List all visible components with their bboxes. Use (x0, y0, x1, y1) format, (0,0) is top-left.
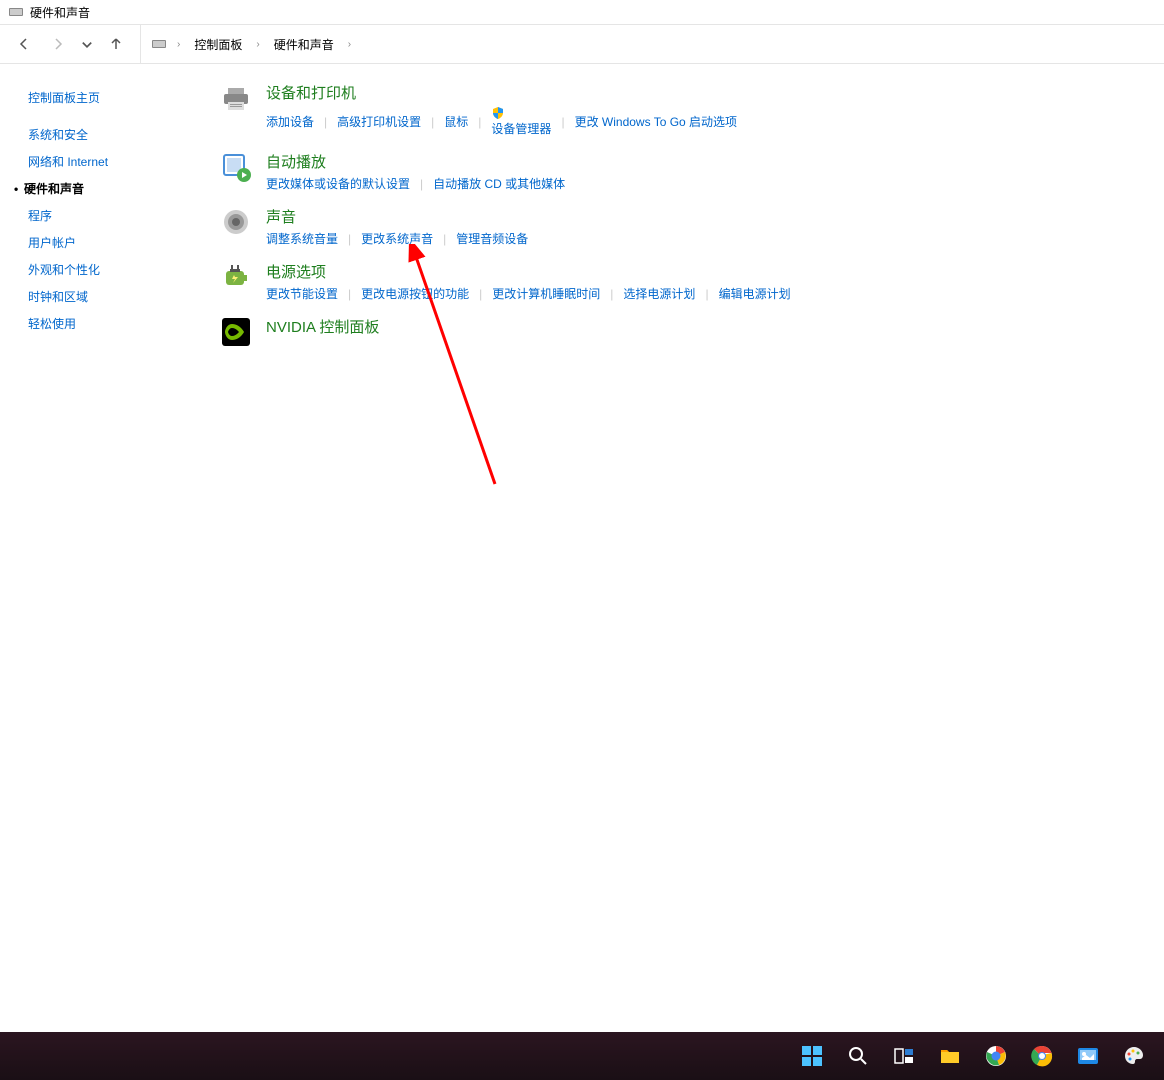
window-titlebar: 硬件和声音 (0, 0, 1164, 24)
link-change-system-sounds[interactable]: 更改系统声音 (361, 230, 433, 247)
window-title: 硬件和声音 (30, 4, 90, 21)
sidebar: 控制面板主页 系统和安全 网络和 Internet •硬件和声音 程序 用户帐户… (0, 64, 200, 1032)
sidebar-item-label: 硬件和声音 (24, 182, 84, 196)
link-change-media-defaults[interactable]: 更改媒体或设备的默认设置 (266, 175, 410, 192)
taskbar-start-button[interactable] (792, 1036, 832, 1076)
link-choose-power-plan[interactable]: 选择电源计划 (623, 285, 695, 302)
category-sound: 声音 调整系统音量| 更改系统声音| 管理音频设备 (220, 206, 1144, 247)
category-title[interactable]: NVIDIA 控制面板 (266, 316, 1144, 337)
link-change-power-button[interactable]: 更改电源按钮的功能 (361, 285, 469, 302)
chevron-right-icon[interactable]: › (254, 39, 261, 50)
recent-dropdown[interactable] (80, 32, 94, 56)
category-title[interactable]: 设备和打印机 (266, 82, 1144, 103)
link-advanced-printer-settings[interactable]: 高级打印机设置 (337, 113, 421, 130)
sidebar-item-ease-of-access[interactable]: 轻松使用 (28, 310, 200, 337)
category-title[interactable]: 声音 (266, 206, 1144, 227)
battery-plug-icon (220, 261, 252, 293)
link-adjust-volume[interactable]: 调整系统音量 (266, 230, 338, 247)
forward-button[interactable] (46, 32, 70, 56)
link-device-manager[interactable]: 设备管理器 (491, 106, 551, 137)
up-button[interactable] (104, 32, 128, 56)
sidebar-home[interactable]: 控制面板主页 (28, 84, 200, 111)
breadcrumb-current[interactable]: 硬件和声音 (270, 34, 338, 55)
link-change-sleep-time[interactable]: 更改计算机睡眠时间 (492, 285, 600, 302)
sidebar-item-clock-region[interactable]: 时钟和区域 (28, 283, 200, 310)
sidebar-item-hardware-sound[interactable]: •硬件和声音 (28, 175, 200, 202)
sidebar-item-system-security[interactable]: 系统和安全 (28, 121, 200, 148)
taskbar (0, 1032, 1164, 1080)
link-change-energy-settings[interactable]: 更改节能设置 (266, 285, 338, 302)
autoplay-icon (220, 151, 252, 183)
taskbar-chrome[interactable] (1022, 1036, 1062, 1076)
taskbar-search-button[interactable] (838, 1036, 878, 1076)
speaker-icon (220, 206, 252, 238)
taskbar-file-explorer[interactable] (930, 1036, 970, 1076)
link-manage-audio-devices[interactable]: 管理音频设备 (456, 230, 528, 247)
printer-icon (220, 82, 252, 114)
sidebar-item-programs[interactable]: 程序 (28, 202, 200, 229)
breadcrumb-root[interactable]: 控制面板 (190, 34, 246, 55)
control-panel-icon (151, 36, 167, 52)
category-title[interactable]: 自动播放 (266, 151, 1144, 172)
nvidia-icon (220, 316, 252, 348)
link-mouse[interactable]: 鼠标 (444, 113, 468, 130)
shield-icon (491, 106, 505, 120)
content-area: 设备和打印机 添加设备| 高级打印机设置| 鼠标| 设备管理器 | 更改 Win… (200, 64, 1164, 1032)
taskbar-task-view-button[interactable] (884, 1036, 924, 1076)
category-devices-printers: 设备和打印机 添加设备| 高级打印机设置| 鼠标| 设备管理器 | 更改 Win… (220, 82, 1144, 137)
sidebar-item-user-accounts[interactable]: 用户帐户 (28, 229, 200, 256)
sidebar-item-network-internet[interactable]: 网络和 Internet (28, 148, 200, 175)
link-edit-power-plan[interactable]: 编辑电源计划 (719, 285, 791, 302)
category-nvidia: NVIDIA 控制面板 (220, 316, 1144, 348)
control-panel-icon (8, 4, 24, 20)
category-power-options: 电源选项 更改节能设置| 更改电源按钮的功能| 更改计算机睡眠时间| 选择电源计… (220, 261, 1144, 302)
link-autoplay-cd[interactable]: 自动播放 CD 或其他媒体 (433, 175, 565, 192)
chevron-right-icon[interactable]: › (175, 39, 182, 50)
taskbar-paint[interactable] (1114, 1036, 1154, 1076)
chevron-right-icon[interactable]: › (346, 39, 353, 50)
taskbar-app-1[interactable] (1068, 1036, 1108, 1076)
back-button[interactable] (12, 32, 36, 56)
category-title[interactable]: 电源选项 (266, 261, 1144, 282)
category-autoplay: 自动播放 更改媒体或设备的默认设置| 自动播放 CD 或其他媒体 (220, 151, 1144, 192)
address-bar[interactable]: › 控制面板 › 硬件和声音 › (140, 25, 1164, 63)
taskbar-browser-1[interactable] (976, 1036, 1016, 1076)
link-windows-to-go[interactable]: 更改 Windows To Go 启动选项 (575, 113, 737, 130)
sidebar-item-appearance[interactable]: 外观和个性化 (28, 256, 200, 283)
link-add-device[interactable]: 添加设备 (266, 113, 314, 130)
navigation-bar: › 控制面板 › 硬件和声音 › (0, 24, 1164, 64)
